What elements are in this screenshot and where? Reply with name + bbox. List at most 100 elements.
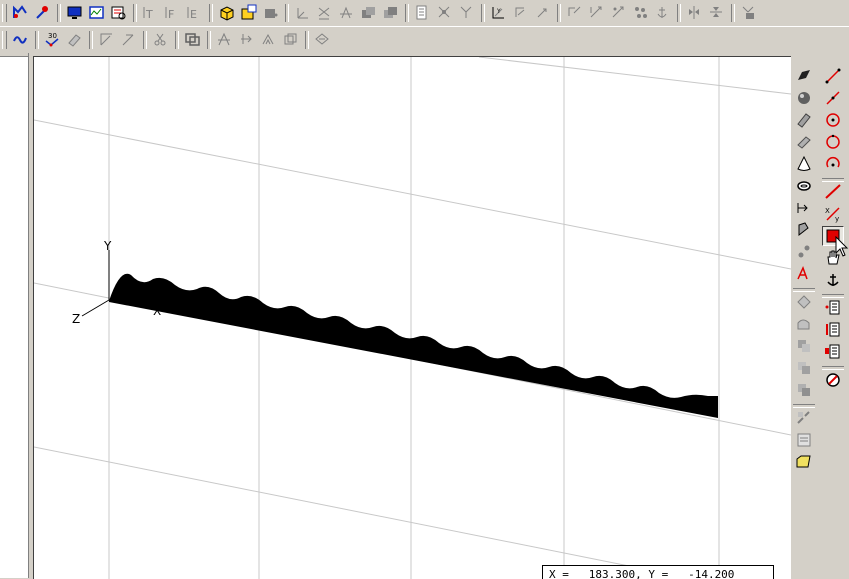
mirror-button[interactable]: [684, 2, 706, 24]
trim-button[interactable]: [214, 29, 236, 51]
x-label-button[interactable]: Xy: [822, 204, 844, 224]
boolean-2-button[interactable]: [793, 358, 815, 378]
extrude-button[interactable]: [793, 198, 815, 218]
properties-2-button[interactable]: [793, 430, 815, 450]
cylinder-icon: [797, 113, 811, 128]
left-panel-edge: [0, 53, 28, 57]
line-2-button[interactable]: [822, 88, 844, 108]
folder-icon: [796, 455, 811, 468]
3d-viewport[interactable]: Y X Z X = 183.300, Y = -14.200: [33, 56, 791, 579]
chamfer-button[interactable]: [793, 314, 815, 334]
angle-button[interactable]: [96, 29, 118, 51]
viewport-canvas[interactable]: Y X Z: [34, 57, 791, 579]
sphere-button[interactable]: [793, 88, 815, 108]
toolbar-grip[interactable]: [2, 3, 7, 22]
torus-button[interactable]: [793, 176, 815, 196]
text-t-button[interactable]: T: [140, 2, 162, 24]
scissors-button[interactable]: [150, 29, 172, 51]
toolbar-grip[interactable]: [2, 30, 7, 49]
cylinder-2-button[interactable]: [793, 132, 815, 152]
toolbar-group: [412, 2, 478, 24]
document-button[interactable]: [412, 2, 434, 24]
copy-solid-2-button[interactable]: [380, 2, 402, 24]
shell-button[interactable]: [793, 408, 815, 428]
sphere-icon: [798, 92, 810, 104]
toolbar-group: Y: [488, 2, 554, 24]
axis-xy-icon: [318, 7, 330, 19]
stretch-button[interactable]: [280, 29, 302, 51]
curve-icon: [13, 35, 27, 44]
revolve-button[interactable]: [793, 220, 815, 240]
plane-icon: [798, 70, 810, 80]
toolbar-separator: [207, 30, 211, 49]
axis-yz-button[interactable]: [336, 2, 358, 24]
toolbar-group: [10, 2, 54, 24]
monitor-button[interactable]: [64, 2, 86, 24]
extend-button[interactable]: [236, 29, 258, 51]
points-button[interactable]: [793, 242, 815, 262]
list-2-button[interactable]: [822, 320, 844, 340]
cone-button[interactable]: [793, 154, 815, 174]
move-point-button[interactable]: [434, 2, 456, 24]
no-snap-button[interactable]: [822, 370, 844, 390]
graph-window-button[interactable]: [86, 2, 108, 24]
cube-button[interactable]: [216, 2, 238, 24]
anchor-2-button[interactable]: [822, 270, 844, 290]
arc-icon: [826, 157, 840, 168]
list-3-button[interactable]: [822, 342, 844, 362]
svg-text:E: E: [190, 8, 197, 21]
axis-xy-button[interactable]: [314, 2, 336, 24]
flip-2-icon: [590, 6, 602, 17]
document-icon: [416, 5, 427, 19]
copy-solid-button[interactable]: [358, 2, 380, 24]
line-button[interactable]: [822, 66, 844, 86]
window-button[interactable]: [182, 29, 204, 51]
eraser-button[interactable]: [64, 29, 86, 51]
svg-text:T: T: [145, 8, 153, 21]
text-f-button[interactable]: F: [162, 2, 184, 24]
table-window-button[interactable]: [108, 2, 130, 24]
axis-xyz-icon: [297, 7, 308, 18]
offset-button[interactable]: [258, 29, 280, 51]
block-button[interactable]: [260, 2, 282, 24]
diag-line-button[interactable]: [822, 182, 844, 202]
pin-button[interactable]: [32, 2, 54, 24]
chamfer-icon: [797, 319, 810, 330]
polyline-30-button[interactable]: 30: [42, 29, 64, 51]
fillet-button[interactable]: [793, 292, 815, 312]
angle-2-button[interactable]: [118, 29, 140, 51]
rotate-button[interactable]: [510, 2, 532, 24]
mirror-2-button[interactable]: [706, 2, 728, 24]
plane-button[interactable]: [793, 66, 815, 86]
anchor-button[interactable]: [652, 2, 674, 24]
rotate-arrow-button[interactable]: [532, 2, 554, 24]
circle-2-button[interactable]: [822, 132, 844, 152]
list-button[interactable]: [822, 298, 844, 318]
grid-line: [478, 57, 791, 95]
extrude-icon: [797, 203, 808, 213]
text-e-button[interactable]: E: [184, 2, 206, 24]
axis-xyz-button[interactable]: [292, 2, 314, 24]
flip-button[interactable]: [564, 2, 586, 24]
arc-button[interactable]: [822, 154, 844, 174]
cylinder-button[interactable]: [793, 110, 815, 130]
scatter-button[interactable]: [630, 2, 652, 24]
hide-button[interactable]: [312, 29, 334, 51]
properties-button[interactable]: [738, 2, 760, 24]
save-box-button[interactable]: [238, 2, 260, 24]
extruded-strip[interactable]: [109, 273, 718, 418]
flip-3-button[interactable]: [608, 2, 630, 24]
boolean-button[interactable]: [793, 336, 815, 356]
flip-2-button[interactable]: [586, 2, 608, 24]
curve-button[interactable]: [10, 29, 32, 51]
profile-button[interactable]: [10, 2, 32, 24]
measure-button[interactable]: Y: [488, 2, 510, 24]
toolbar-separator: [89, 30, 93, 49]
properties-2-icon: [797, 433, 811, 447]
folder-button[interactable]: [793, 452, 815, 472]
toolbar-separator: [133, 3, 137, 22]
circle-button[interactable]: [822, 110, 844, 130]
fork-button[interactable]: [456, 2, 478, 24]
boolean-3-button[interactable]: [793, 380, 815, 400]
text-a-button[interactable]: [793, 264, 815, 284]
